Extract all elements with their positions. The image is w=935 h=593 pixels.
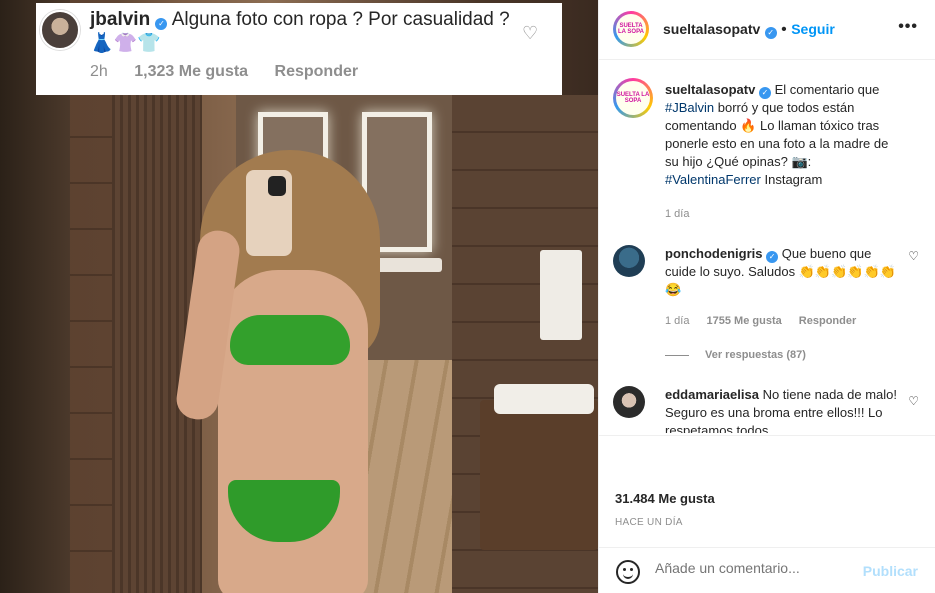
account-avatar[interactable]: SUELTA LA SOPA <box>613 11 649 47</box>
hashtag-valentinaferrer[interactable]: #ValentinaFerrer <box>665 172 761 187</box>
comment-meta: 1 día 1755 Me gusta Responder <box>665 315 870 327</box>
emoji-icon[interactable] <box>616 560 640 584</box>
verified-icon: ✓ <box>758 87 771 99</box>
photo-towel <box>540 250 582 340</box>
caption-body-1: El comentario que <box>774 82 880 97</box>
view-replies-label: Ver respuestas (87) <box>705 349 806 361</box>
comments-list[interactable]: SUELTA LA SOPA sueltalasopatv ✓ El comen… <box>599 61 935 433</box>
comment-likes[interactable]: 1755 Me gusta <box>707 315 782 327</box>
publish-button[interactable]: Publicar <box>863 563 918 579</box>
post-photo[interactable]: jbalvin ✓ Alguna foto con ropa ? Por cas… <box>0 0 598 593</box>
overlay-avatar <box>40 10 80 50</box>
header-username[interactable]: sueltalasopatv <box>663 21 760 37</box>
logo-text: SUELTA LA SOPA <box>616 92 650 104</box>
verified-icon: ✓ <box>766 251 779 263</box>
photo-phone-camera <box>268 176 286 196</box>
likes-section: 31.484 Me gusta HACE UN DÍA <box>599 435 935 547</box>
post-side-panel: SUELTA LA SOPA sueltalasopatv ✓ • Seguir… <box>598 0 935 593</box>
photo-stool-towel <box>494 384 594 414</box>
photo-sink <box>372 258 442 272</box>
overlay-likes: 1,323 Me gusta <box>134 63 249 80</box>
posted-ago: HACE UN DÍA <box>615 517 683 528</box>
replies-divider <box>665 354 689 356</box>
comment-reply-button[interactable]: Responder <box>799 315 856 327</box>
photo-stool <box>480 400 598 550</box>
photo-bikini-top <box>230 315 350 365</box>
overlay-comment-text: jbalvin ✓ Alguna foto con ropa ? Por cas… <box>90 8 530 56</box>
overlay-time: 2h <box>90 63 108 80</box>
comment-text: ponchodenigris ✓ Que bueno que cuide lo … <box>665 245 905 299</box>
comment-avatar[interactable] <box>613 386 645 418</box>
caption-body-3: Instagram <box>764 172 823 187</box>
overlay-heart-icon: ♡ <box>522 23 539 43</box>
add-comment-bar: Publicar <box>599 547 935 593</box>
caption-meta: 1 día <box>665 208 703 220</box>
caption-text: sueltalasopatv ✓ El comentario que #JBal… <box>665 81 905 189</box>
verified-icon: ✓ <box>764 27 777 39</box>
post-header: SUELTA LA SOPA sueltalasopatv ✓ • Seguir… <box>599 0 935 60</box>
more-options-icon[interactable]: ••• <box>898 18 918 36</box>
logo-text: SUELTA LA SOPA <box>617 23 644 35</box>
view-replies-button[interactable]: Ver respuestas (87) <box>665 349 806 361</box>
comment-username[interactable]: eddamariaelisa <box>665 387 759 402</box>
likes-count[interactable]: 31.484 Me gusta <box>615 491 715 506</box>
comment-like-heart-icon[interactable]: ♡ <box>908 394 919 408</box>
overlay-reply: Responder <box>274 63 359 80</box>
caption-time: 1 día <box>665 208 690 220</box>
verified-icon: ✓ <box>155 18 168 30</box>
caption-avatar[interactable]: SUELTA LA SOPA <box>613 78 653 118</box>
header-account-line: sueltalasopatv ✓ • Seguir <box>663 21 835 39</box>
overlay-comment-body: Alguna foto con ropa ? Por casualidad ?👗… <box>90 9 510 54</box>
overlay-username: jbalvin <box>90 9 151 30</box>
comment-like-heart-icon[interactable]: ♡ <box>908 249 919 263</box>
overlay-comment-card: jbalvin ✓ Alguna foto con ropa ? Por cas… <box>36 3 562 95</box>
comment-username[interactable]: ponchodenigris <box>665 246 763 261</box>
follow-button[interactable]: Seguir <box>791 21 835 37</box>
hashtag-jbalvin[interactable]: #JBalvin <box>665 100 714 115</box>
comment-avatar[interactable] <box>613 245 645 277</box>
comment-input[interactable] <box>655 560 855 576</box>
comment-text: eddamariaelisa No tiene nada de malo! Se… <box>665 386 905 433</box>
caption-username[interactable]: sueltalasopatv <box>665 82 755 97</box>
comment-time: 1 día <box>665 315 690 327</box>
overlay-meta: 2h 1,323 Me gusta Responder <box>90 63 380 81</box>
